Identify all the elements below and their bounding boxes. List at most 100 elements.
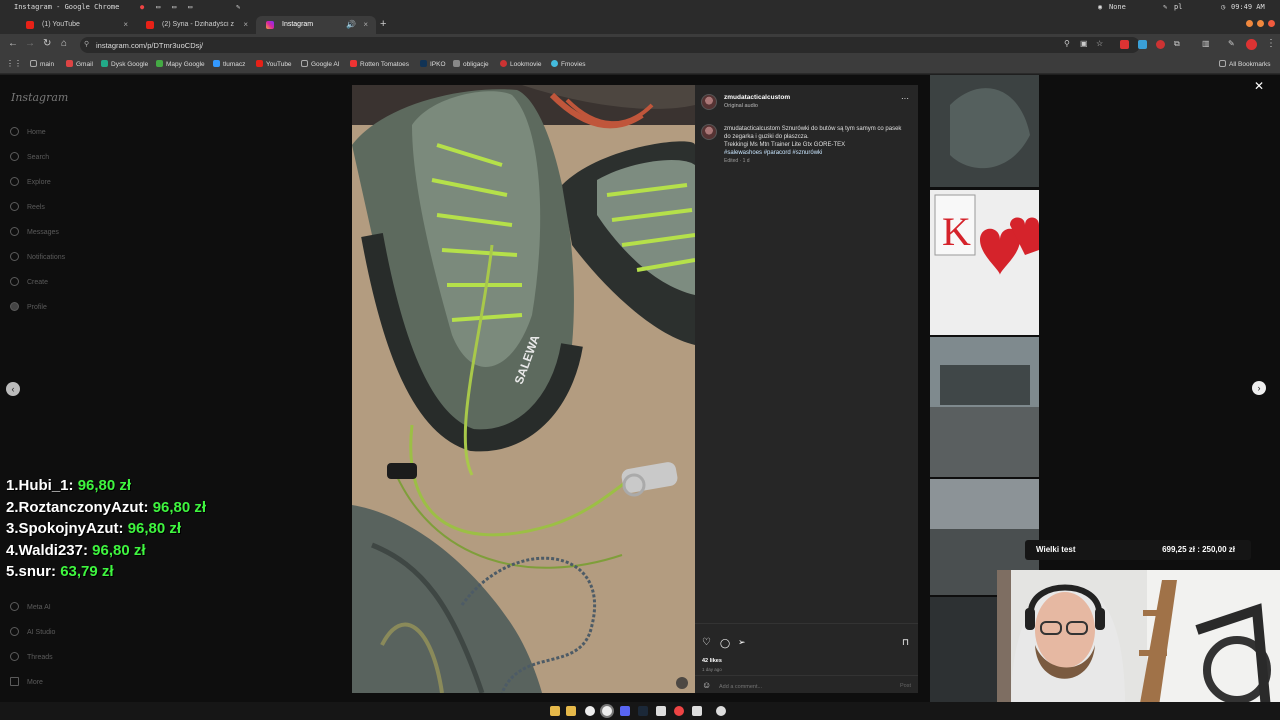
reload-icon[interactable]: ↻: [43, 39, 51, 49]
chrome-icon[interactable]: [602, 706, 612, 716]
nav-explore[interactable]: Explore: [10, 177, 51, 186]
site-info-icon[interactable]: ⚲: [84, 40, 89, 48]
star-icon[interactable]: ☆: [1096, 39, 1103, 49]
app-icon[interactable]: [674, 706, 684, 716]
emoji-icon[interactable]: ☺: [702, 680, 711, 690]
minimize-button[interactable]: [1246, 20, 1253, 27]
tab-label: Instagram: [282, 21, 314, 28]
nav-threads[interactable]: Threads: [10, 652, 53, 661]
nav-more[interactable]: More: [10, 677, 43, 686]
pen-icon[interactable]: ✎: [236, 3, 240, 11]
caption-username[interactable]: zmudatacticalcustom: [724, 126, 780, 132]
nav-reels[interactable]: Reels: [10, 202, 45, 211]
record-icon[interactable]: ●: [140, 3, 144, 11]
instagram-logo[interactable]: Instagram: [11, 91, 68, 104]
like-heart-icon[interactable]: ♡: [702, 637, 711, 648]
app-icon[interactable]: [692, 706, 702, 716]
bookmark-drive[interactable]: Dysk Google: [101, 60, 148, 68]
obs-icon[interactable]: [716, 706, 726, 716]
previous-arrow-icon[interactable]: ‹: [6, 382, 20, 396]
compass-icon: [10, 177, 19, 186]
audio-label[interactable]: Original audio: [724, 103, 758, 109]
close-icon[interactable]: ×: [123, 20, 128, 29]
nav-home[interactable]: Home: [10, 127, 46, 136]
bookmark-youtube[interactable]: YouTube: [256, 60, 292, 68]
forward-icon[interactable]: →: [25, 39, 35, 49]
sidepanel-icon[interactable]: ▥: [1202, 39, 1210, 49]
threads-icon: [10, 652, 19, 661]
author-avatar[interactable]: [701, 94, 717, 110]
profile-avatar[interactable]: [1246, 39, 1257, 50]
translate-icon[interactable]: ✎: [1228, 39, 1235, 49]
epic-icon[interactable]: [656, 706, 666, 716]
bookmark-icon[interactable]: ⊓: [902, 637, 909, 648]
comment-input[interactable]: [719, 682, 869, 692]
heart-icon: [10, 252, 19, 261]
author-username[interactable]: zmudatacticalcustom: [724, 94, 790, 101]
bookmark-translate[interactable]: tlumacz: [213, 60, 245, 68]
bookmark-rotten-tomatoes[interactable]: Rotten Tomatoes: [350, 60, 409, 68]
speaker-icon[interactable]: 🔊: [346, 20, 356, 29]
goal-progress: 699,25 zł : 250,00 zł: [1162, 545, 1235, 554]
bookmark-obligacje[interactable]: obligacje: [453, 60, 489, 68]
tab-syria[interactable]: (2) Syria - Dzihadyści z blisk ×: [136, 16, 256, 34]
menu-icon[interactable]: ⋮: [1266, 39, 1276, 49]
extension-icon[interactable]: [1120, 40, 1129, 49]
next-arrow-icon[interactable]: ›: [1252, 381, 1266, 395]
bookmark-main[interactable]: main: [30, 60, 54, 68]
extensions-icon[interactable]: ⧉: [1174, 39, 1180, 49]
extension-icon[interactable]: [1138, 40, 1147, 49]
post-comment-button[interactable]: Post: [900, 683, 911, 689]
folder-icon[interactable]: [566, 706, 576, 716]
likes-count[interactable]: 42 likes: [702, 658, 722, 664]
bookmark-fmovies[interactable]: Fmovies: [551, 60, 586, 68]
tab-youtube[interactable]: (1) YouTube ×: [16, 16, 136, 34]
back-icon[interactable]: ←: [8, 39, 18, 49]
close-icon[interactable]: ×: [243, 20, 248, 29]
nav-notifications[interactable]: Notifications: [10, 252, 65, 261]
nav-search[interactable]: Search: [10, 152, 49, 161]
url-field[interactable]: ⚲ instagram.com/p/DTmr3uoCDsj/: [80, 37, 1140, 53]
close-window-button[interactable]: [1268, 20, 1275, 27]
svg-text:K: K: [942, 209, 971, 254]
apps-icon[interactable]: ⋮⋮: [6, 59, 22, 68]
comment-icon[interactable]: ◯: [720, 638, 730, 649]
close-modal-button[interactable]: ✕: [1254, 79, 1264, 93]
close-icon[interactable]: ×: [363, 20, 368, 29]
steam-icon[interactable]: [638, 706, 648, 716]
language-label[interactable]: pl: [1174, 3, 1182, 11]
folder-icon: [1219, 60, 1226, 67]
tab-instagram[interactable]: Instagram 🔊 ×: [256, 16, 376, 34]
home-icon[interactable]: ⌂: [61, 39, 67, 49]
bookmark-ipko[interactable]: IPKO: [420, 60, 446, 68]
maximize-button[interactable]: [1257, 20, 1264, 27]
search-icon[interactable]: ⚲: [1064, 39, 1070, 49]
discord-icon[interactable]: [620, 706, 630, 716]
bookmark-gmail[interactable]: Gmail: [66, 60, 93, 68]
chrome-icon[interactable]: [585, 706, 595, 716]
folder-icon[interactable]: [550, 706, 560, 716]
monitor-icon[interactable]: ▭: [172, 3, 176, 11]
new-tab-button[interactable]: +: [380, 18, 386, 30]
caption-hashtags[interactable]: #salewashoes #paracord #sznurówki: [724, 150, 822, 156]
nav-ai-studio[interactable]: AI Studio: [10, 627, 55, 636]
share-icon[interactable]: ➢: [738, 637, 746, 648]
mute-icon: [676, 677, 688, 689]
nav-meta-ai[interactable]: Meta AI: [10, 602, 51, 611]
caption-avatar[interactable]: [701, 124, 717, 140]
extension-icon[interactable]: [1156, 40, 1165, 49]
nav-messages[interactable]: Messages: [10, 227, 59, 236]
url-text: instagram.com/p/DTmr3uoCDsj/: [96, 41, 204, 50]
monitor-icon[interactable]: ▭: [188, 3, 192, 11]
more-options-icon[interactable]: ···: [901, 94, 909, 103]
cast-icon[interactable]: ▣: [1080, 39, 1088, 49]
bookmark-lookmovie[interactable]: Lookmovie: [500, 60, 541, 68]
all-bookmarks[interactable]: All Bookmarks: [1219, 60, 1271, 68]
post-media[interactable]: SALEWA: [352, 85, 695, 693]
webcam-feed: [997, 570, 1280, 720]
bookmark-maps[interactable]: Mapy Google: [156, 60, 205, 68]
bookmark-google-ai[interactable]: Google AI: [301, 60, 340, 68]
nav-profile[interactable]: Profile: [10, 302, 47, 311]
monitor-icon[interactable]: ▭: [156, 3, 160, 11]
nav-create[interactable]: Create: [10, 277, 48, 286]
